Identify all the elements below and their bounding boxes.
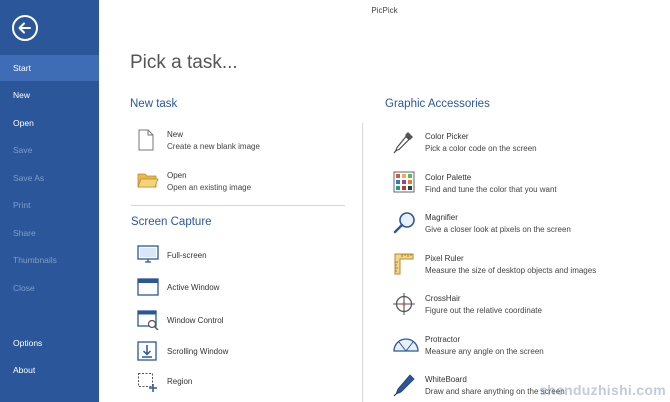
task-crosshair-title: CrossHair: [425, 294, 461, 303]
task-scrolling-window[interactable]: Scrolling Window: [137, 341, 337, 363]
task-region[interactable]: Region: [137, 372, 337, 394]
task-active-window[interactable]: Active Window: [137, 278, 337, 300]
window-icon: [137, 278, 159, 296]
task-open-title: Open: [167, 171, 187, 180]
protractor-icon: [393, 338, 419, 352]
task-full-screen[interactable]: Full-screen: [137, 245, 337, 267]
task-open-desc: Open an existing image: [167, 183, 252, 192]
task-new-title: New: [167, 130, 184, 139]
section-divider: [131, 205, 345, 206]
task-color-palette-title: Color Palette: [425, 173, 472, 182]
blank-page-icon: [138, 129, 154, 151]
sidebar-item-save[interactable]: Save: [0, 137, 99, 163]
pen-icon: [393, 374, 415, 397]
sidebar-item-save-as[interactable]: Save As: [0, 165, 99, 191]
magnifier-icon: [393, 212, 415, 234]
back-button[interactable]: [12, 15, 38, 41]
sidebar-item-start[interactable]: Start: [0, 55, 99, 81]
section-title-new-task: New task: [130, 98, 178, 110]
task-protractor[interactable]: Protractor Measure any angle on the scre…: [393, 333, 633, 359]
crosshair-icon: [393, 293, 415, 315]
backstage-sidebar: Start New Open Save Save As Print Share …: [0, 0, 99, 402]
sidebar-item-share[interactable]: Share: [0, 220, 99, 246]
sidebar-item-thumbnails[interactable]: Thumbnails: [0, 247, 99, 273]
sidebar-item-new[interactable]: New: [0, 82, 99, 108]
task-crosshair-desc: Figure out the relative coordinate: [425, 306, 542, 315]
region-icon: [138, 373, 157, 392]
task-full-screen-title: Full-screen: [167, 251, 207, 260]
sidebar-item-print[interactable]: Print: [0, 192, 99, 218]
sidebar-item-open[interactable]: Open: [0, 110, 99, 136]
monitor-icon: [137, 245, 159, 263]
task-magnifier-desc: Give a closer look at pixels on the scre…: [425, 225, 571, 234]
task-pixel-ruler[interactable]: Pixel Ruler Measure the size of desktop …: [393, 252, 633, 278]
task-protractor-desc: Measure any angle on the screen: [425, 347, 544, 356]
task-active-window-title: Active Window: [167, 283, 220, 292]
scrolling-window-icon: [137, 341, 157, 361]
task-open[interactable]: Open Open an existing image: [137, 170, 337, 196]
watermark: shenduzhishi.com: [539, 382, 666, 398]
task-whiteboard-title: WhiteBoard: [425, 375, 467, 384]
task-magnifier-title: Magnifier: [425, 213, 458, 222]
arrow-left-icon: [18, 22, 31, 34]
task-window-control[interactable]: Window Control: [137, 310, 337, 332]
sidebar-item-options[interactable]: Options: [0, 330, 99, 356]
task-color-picker-desc: Pick a color code on the screen: [425, 144, 537, 153]
task-new-desc: Create a new blank image: [167, 142, 260, 151]
eyedropper-icon: [393, 132, 413, 154]
palette-icon: [393, 171, 415, 193]
app-title: PicPick: [371, 6, 398, 15]
task-color-picker-title: Color Picker: [425, 132, 469, 141]
task-color-palette[interactable]: Color Palette Find and tune the color th…: [393, 171, 633, 197]
window-control-icon: [137, 310, 159, 330]
task-crosshair[interactable]: CrossHair Figure out the relative coordi…: [393, 292, 633, 318]
task-protractor-title: Protractor: [425, 335, 461, 344]
task-pixel-ruler-desc: Measure the size of desktop objects and …: [425, 266, 597, 275]
task-window-control-title: Window Control: [167, 316, 224, 325]
task-scrolling-window-title: Scrolling Window: [167, 347, 229, 356]
task-color-picker[interactable]: Color Picker Pick a color code on the sc…: [393, 130, 633, 156]
task-pixel-ruler-title: Pixel Ruler: [425, 254, 464, 263]
task-new[interactable]: New Create a new blank image: [137, 129, 337, 155]
section-title-screen-capture: Screen Capture: [131, 216, 212, 228]
sidebar-item-close[interactable]: Close: [0, 275, 99, 301]
column-divider: [362, 123, 363, 402]
ruler-icon: [394, 253, 414, 275]
task-magnifier[interactable]: Magnifier Give a closer look at pixels o…: [393, 211, 633, 237]
folder-open-icon: [137, 173, 159, 188]
section-title-graphic-accessories: Graphic Accessories: [385, 98, 490, 110]
page-title: Pick a task...: [130, 52, 238, 73]
task-color-palette-desc: Find and tune the color that you want: [425, 185, 557, 194]
sidebar-item-about[interactable]: About: [0, 357, 99, 383]
task-region-title: Region: [167, 377, 193, 386]
